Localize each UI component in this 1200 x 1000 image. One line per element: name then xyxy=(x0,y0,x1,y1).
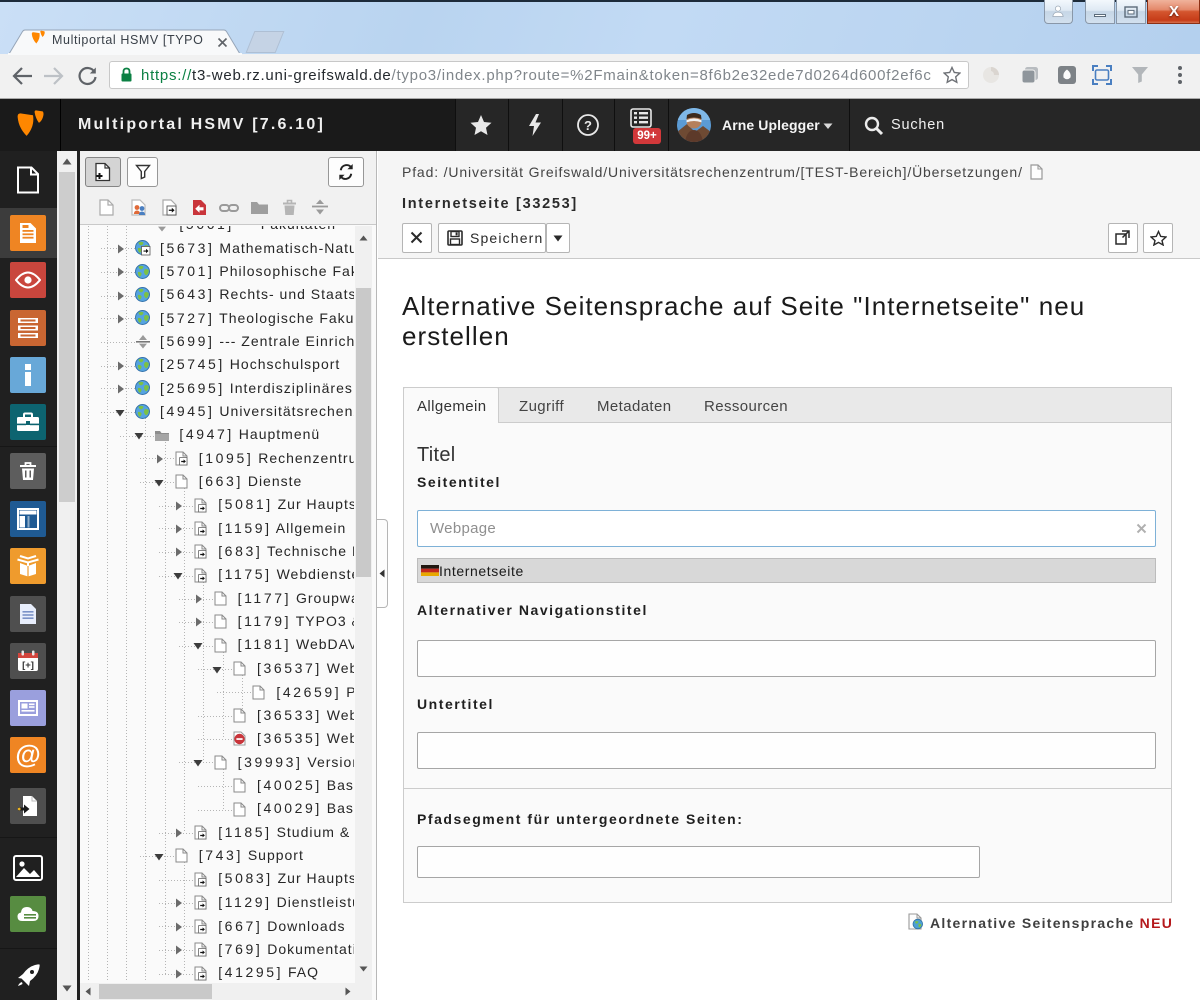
svg-text:[+]: [+] xyxy=(22,660,34,671)
svg-text:?: ? xyxy=(584,118,592,133)
